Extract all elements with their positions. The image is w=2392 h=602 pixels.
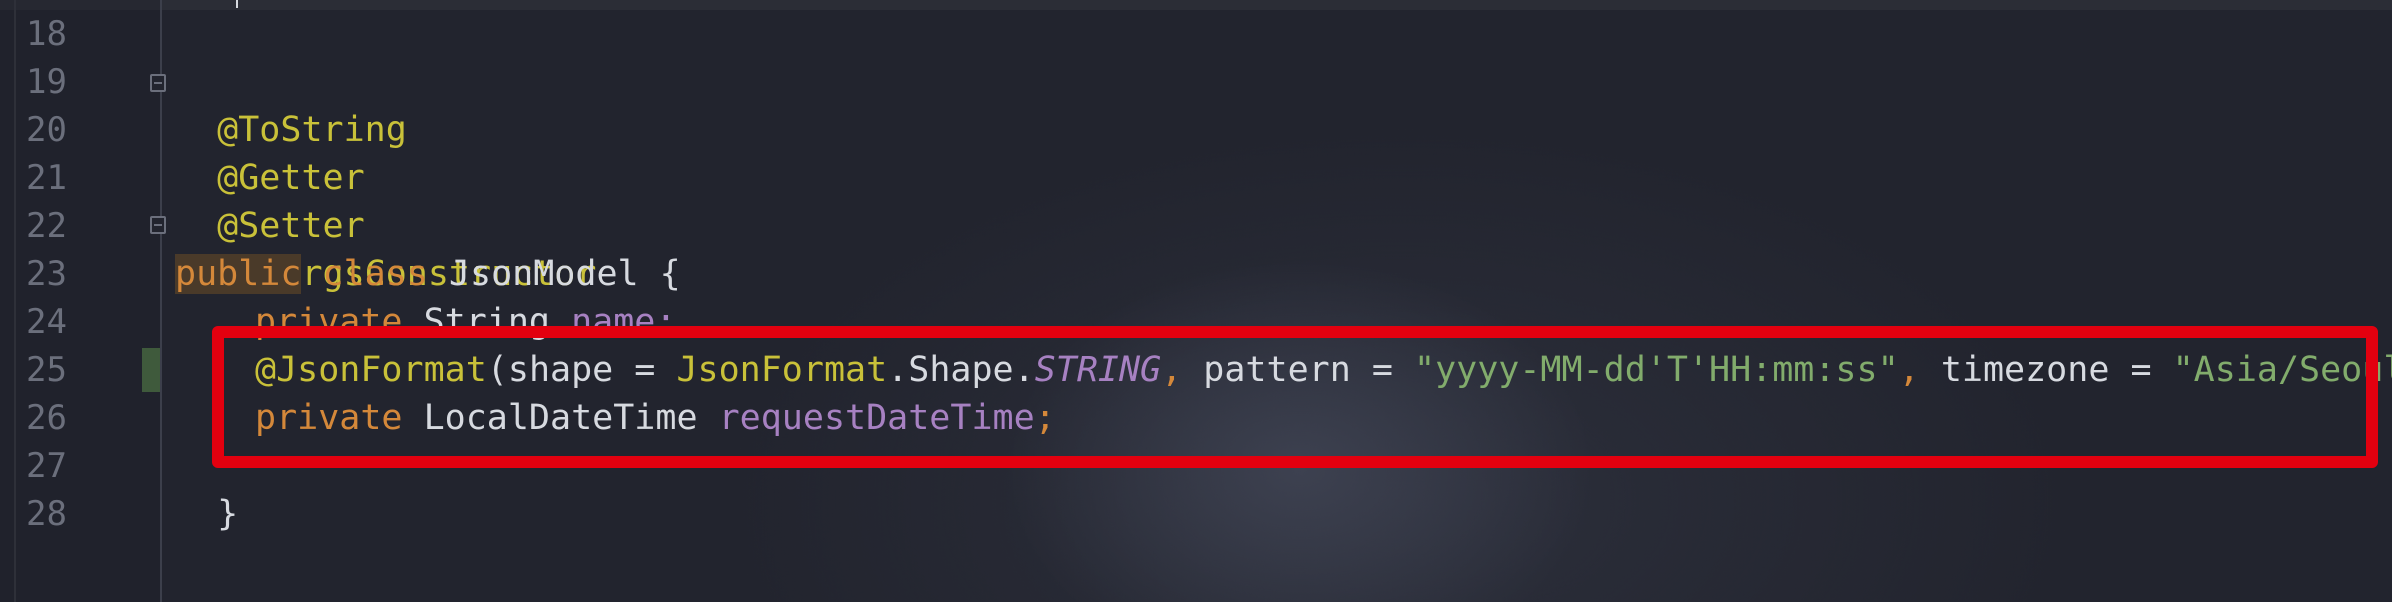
- line-number: 20: [26, 110, 67, 150]
- class-name: JsonModel {: [448, 254, 681, 294]
- line-number: 24: [26, 302, 67, 342]
- editor-top-bar: [0, 0, 2392, 10]
- fold-toggle-icon[interactable]: [150, 74, 166, 92]
- code-line-23[interactable]: public class JsonModel {: [175, 250, 681, 298]
- keyword-class: class: [301, 254, 449, 294]
- vcs-change-marker[interactable]: [142, 348, 160, 392]
- text-caret: [236, 0, 238, 8]
- highlight-annotation-box: [212, 326, 2378, 468]
- line-number: 21: [26, 158, 67, 198]
- line-number: 27: [26, 446, 67, 486]
- code-line-20[interactable]: @Getter: [175, 106, 365, 198]
- gutter-border-left: [14, 0, 16, 602]
- code-line-21[interactable]: @Setter: [175, 154, 365, 246]
- line-number: 19: [26, 62, 67, 102]
- line-number: 26: [26, 398, 67, 438]
- line-number: 18: [26, 14, 67, 54]
- line-number: 28: [26, 494, 67, 534]
- keyword-public: public: [175, 254, 302, 294]
- line-number: 22: [26, 206, 67, 246]
- line-number: 25: [26, 350, 67, 390]
- line-number: 23: [26, 254, 67, 294]
- closing-brace: }: [217, 494, 239, 534]
- code-line-22[interactable]: @NoArgsConstructor: [175, 202, 596, 294]
- code-line-19[interactable]: @ToString: [175, 58, 407, 150]
- fold-toggle-icon[interactable]: [150, 216, 166, 234]
